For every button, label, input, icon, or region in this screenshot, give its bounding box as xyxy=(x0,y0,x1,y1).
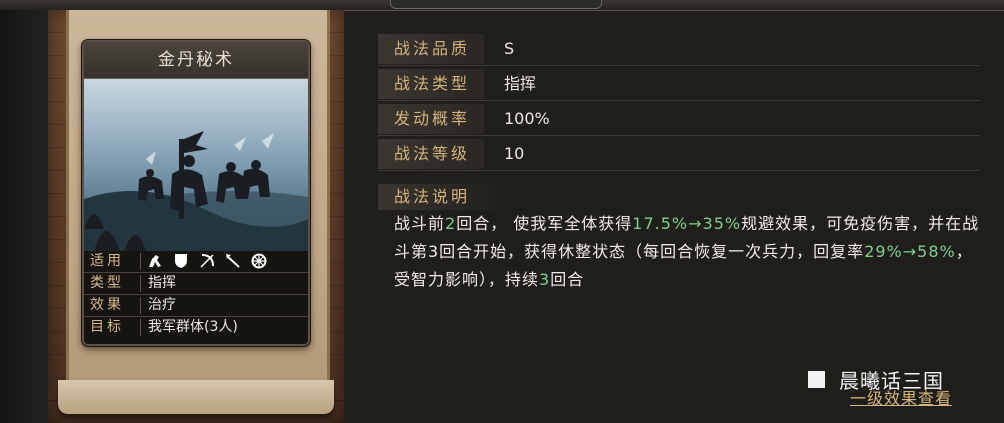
attr-label: 适用 xyxy=(90,253,124,269)
attr-label: 类型 xyxy=(90,275,124,291)
card-attributes: 适用 类型 指挥 效果 治疗 目标 我军群体(3人) xyxy=(84,251,308,344)
siege-wheel-icon xyxy=(250,252,268,270)
attr-row-effect: 效果 治疗 xyxy=(84,295,308,317)
attr-value: 治疗 xyxy=(148,297,176,313)
info-row-level: 战法等级 10 xyxy=(378,137,980,171)
left-shadow xyxy=(0,10,48,423)
info-row-probability: 发动概率 100% xyxy=(378,102,980,136)
attr-row-target: 目标 我军群体(3人) xyxy=(84,317,308,338)
cavalry-icon xyxy=(146,252,164,270)
card-title: 金丹秘术 xyxy=(158,50,234,70)
divider xyxy=(140,297,141,314)
info-value: 指挥 xyxy=(504,74,537,93)
tactic-card: 金丹秘术 适用 类型 指挥 效果 治疗 目标 我军群体(3人) xyxy=(82,40,310,346)
top-ornament xyxy=(390,0,602,9)
spear-icon xyxy=(224,252,242,270)
cavalry-artwork xyxy=(84,131,308,311)
unit-type-icons xyxy=(146,252,268,271)
desc-segment: 回合 xyxy=(550,270,585,289)
info-row-quality: 战法品质 S xyxy=(378,32,980,66)
attr-row-type: 类型 指挥 xyxy=(84,273,308,295)
divider xyxy=(140,275,141,292)
watermark-text: 晨曦话三国 xyxy=(839,368,944,393)
shield-icon xyxy=(172,252,190,270)
watermark: 晨曦话三国 xyxy=(808,367,944,393)
bow-icon xyxy=(198,252,216,270)
desc-highlight: 29%→58% xyxy=(864,242,956,261)
info-label: 发动概率 xyxy=(378,104,484,134)
desc-segment: 回合， 使我军全体获得 xyxy=(456,214,633,233)
description-text: 战斗前2回合， 使我军全体获得17.5%→35%规避效果，可免疫伤害，并在战斗第… xyxy=(394,210,984,294)
info-label: 战法类型 xyxy=(378,69,484,99)
info-value: S xyxy=(504,39,515,58)
square-icon xyxy=(808,370,825,388)
desc-segment: 战斗前 xyxy=(394,214,446,233)
description-label: 战法说明 xyxy=(378,184,510,210)
scroll-roll xyxy=(58,380,334,414)
info-value: 100% xyxy=(504,109,550,128)
attr-label: 效果 xyxy=(90,297,124,313)
divider xyxy=(140,319,141,336)
desc-highlight: 3 xyxy=(539,270,551,289)
attr-label: 目标 xyxy=(90,319,124,335)
desc-highlight: 2 xyxy=(445,214,457,233)
card-artwork xyxy=(84,79,308,311)
info-value: 10 xyxy=(504,144,525,163)
desc-highlight: 17.5%→35% xyxy=(632,214,742,233)
info-label: 战法品质 xyxy=(378,34,484,64)
info-row-type: 战法类型 指挥 xyxy=(378,67,980,101)
attr-row-suitable: 适用 xyxy=(84,251,308,273)
attr-value: 我军群体(3人) xyxy=(148,319,238,335)
attr-value: 指挥 xyxy=(148,275,176,291)
info-label: 战法等级 xyxy=(378,139,484,169)
divider xyxy=(140,253,141,270)
